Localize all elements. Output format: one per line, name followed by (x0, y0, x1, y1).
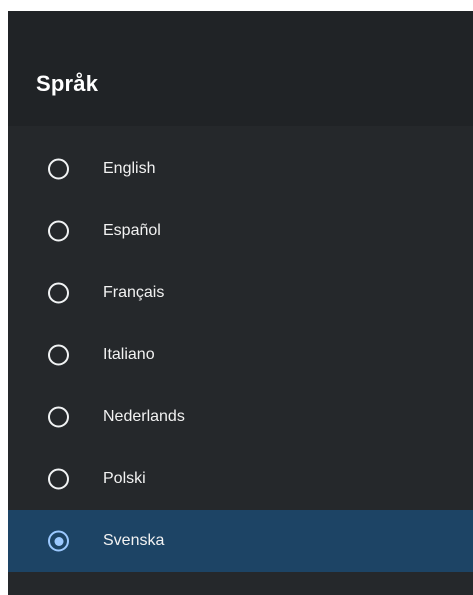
language-option-label: Nederlands (103, 408, 185, 425)
settings-header: Språk (8, 11, 473, 126)
language-option-label: Polski (103, 470, 146, 487)
language-option-english[interactable]: English (8, 138, 473, 200)
language-option-label: Español (103, 222, 161, 239)
language-option-label: Français (103, 284, 165, 301)
language-list: English Español Français Italiano Nederl… (8, 138, 473, 572)
language-option-label: Svenska (103, 532, 165, 549)
radio-unchecked-icon[interactable] (48, 282, 69, 304)
radio-checked-icon[interactable] (48, 530, 69, 552)
radio-unchecked-icon[interactable] (48, 468, 69, 490)
radio-unchecked-icon[interactable] (48, 344, 69, 366)
language-option-italiano[interactable]: Italiano (8, 324, 473, 386)
language-option-label: Italiano (103, 346, 155, 363)
radio-unchecked-icon[interactable] (48, 158, 69, 180)
page-title: Språk (36, 71, 99, 96)
language-settings-panel: Språk English Español Français Italiano … (8, 11, 473, 595)
radio-unchecked-icon[interactable] (48, 220, 69, 242)
language-option-francais[interactable]: Français (8, 262, 473, 324)
language-option-label: English (103, 160, 156, 177)
radio-unchecked-icon[interactable] (48, 406, 69, 428)
language-option-nederlands[interactable]: Nederlands (8, 386, 473, 448)
language-option-espanol[interactable]: Español (8, 200, 473, 262)
language-option-polski[interactable]: Polski (8, 448, 473, 510)
language-option-svenska[interactable]: Svenska (8, 510, 473, 572)
